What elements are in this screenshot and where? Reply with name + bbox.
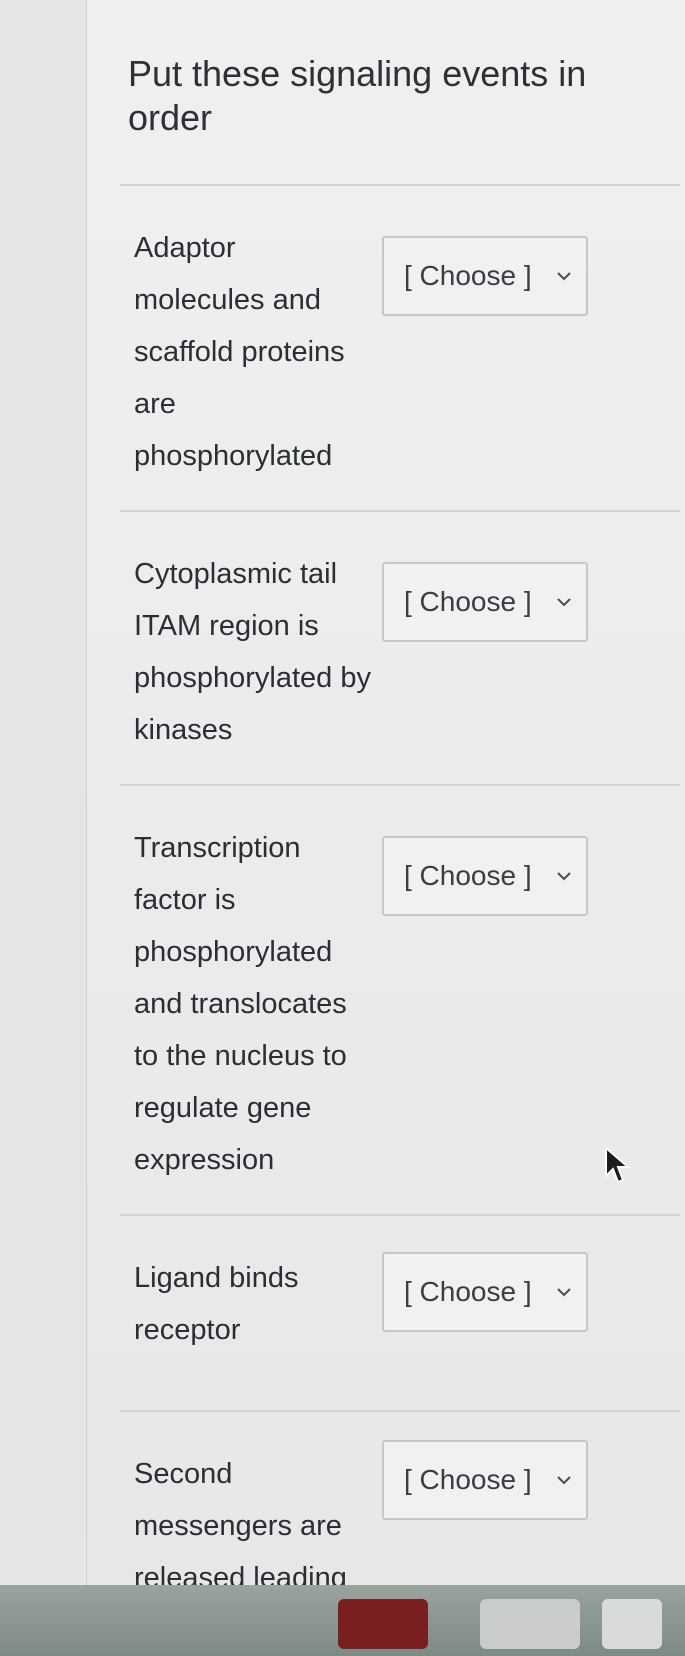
- order-select[interactable]: [ Choose ]: [382, 236, 588, 316]
- select-value: [ Choose ]: [404, 586, 532, 617]
- matching-row: Transcription factor is phosphorylated a…: [120, 786, 680, 1216]
- chevron-down-icon: [557, 1288, 571, 1297]
- desk-background: [0, 1585, 685, 1656]
- select-value: [ Choose ]: [404, 1276, 532, 1307]
- order-select[interactable]: [ Choose ]: [382, 1252, 588, 1332]
- event-label: Adaptor molecules and scaffold proteins …: [134, 232, 345, 472]
- select-value: [ Choose ]: [404, 1464, 532, 1495]
- order-select[interactable]: [ Choose ]: [382, 1440, 588, 1520]
- matching-row: Cytoplasmic tail ITAM region is phosphor…: [120, 512, 680, 786]
- matching-row: Ligand binds receptor [ Choose ]: [120, 1216, 680, 1412]
- desk-object: [602, 1599, 662, 1649]
- chevron-down-icon: [557, 872, 571, 881]
- select-value: [ Choose ]: [404, 860, 532, 891]
- desk-object: [480, 1599, 580, 1649]
- select-value: [ Choose ]: [404, 260, 532, 291]
- desk-object: [338, 1599, 428, 1649]
- chevron-down-icon: [557, 1476, 571, 1485]
- chevron-down-icon: [557, 598, 571, 607]
- mouse-pointer-icon: [605, 1146, 631, 1184]
- screen: Put these signaling events in order Adap…: [0, 0, 685, 1656]
- chevron-down-icon: [557, 272, 571, 281]
- order-select[interactable]: [ Choose ]: [382, 562, 588, 642]
- question-title: Put these signaling events in order: [128, 53, 587, 138]
- left-margin: [0, 0, 87, 1656]
- event-label: Cytoplasmic tail ITAM region is phosphor…: [134, 558, 371, 746]
- event-label: Transcription factor is phosphorylated a…: [134, 832, 347, 1176]
- order-select[interactable]: [ Choose ]: [382, 836, 588, 916]
- event-label: Ligand binds receptor: [134, 1262, 299, 1346]
- quiz-question: Put these signaling events in order Adap…: [120, 40, 680, 1656]
- matching-row: Adaptor molecules and scaffold proteins …: [120, 186, 680, 512]
